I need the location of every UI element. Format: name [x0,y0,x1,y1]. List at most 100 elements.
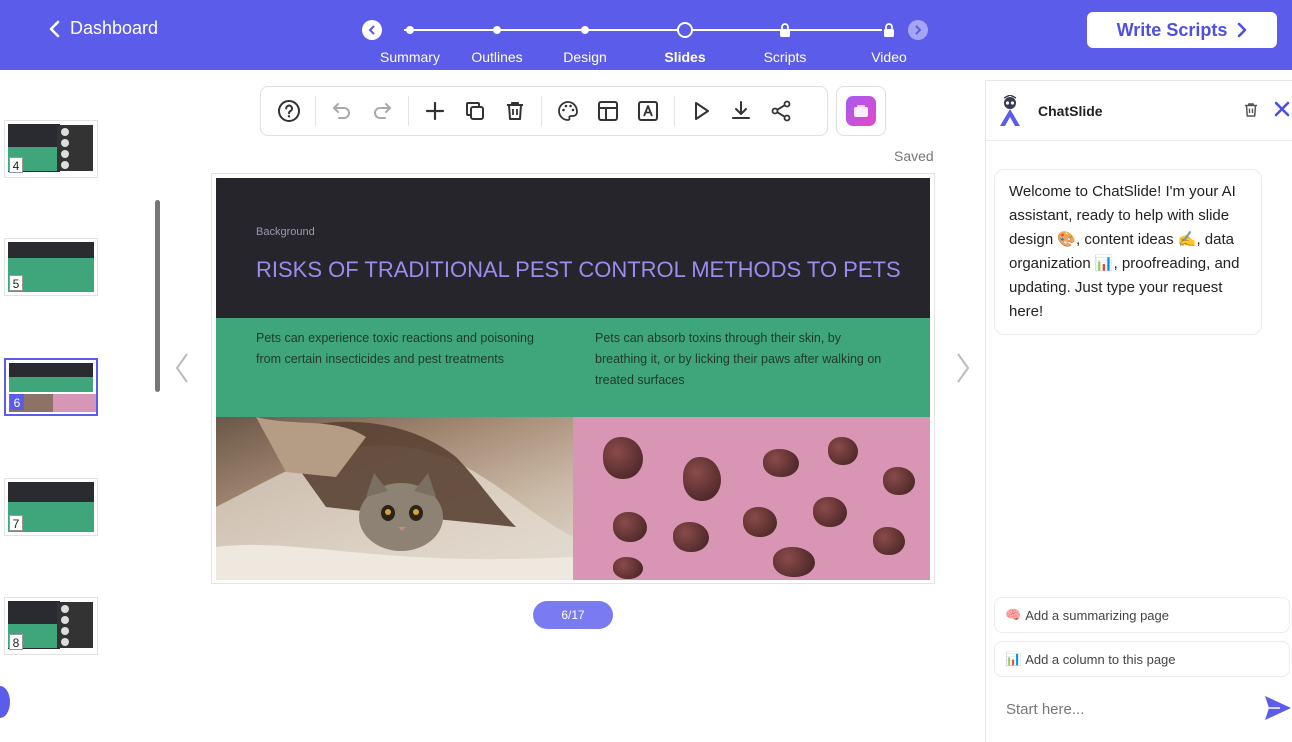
chevron-left-icon [49,20,60,37]
layout-button[interactable] [594,97,622,125]
slide-thumbnail-4[interactable]: 4 [4,120,98,178]
send-message-button[interactable] [1264,695,1292,726]
slide-thumbnail-5[interactable]: 5 [4,238,98,296]
suggestion-label: Add a summarizing page [1025,607,1169,623]
chat-input[interactable] [994,691,1254,727]
undo-icon [333,103,350,119]
suggestion-summarizing-page[interactable]: 🧠 Add a summarizing page [994,597,1290,633]
step-label: Design [563,49,607,65]
step-design[interactable]: Design [540,18,630,65]
toolbar-divider [315,96,316,126]
slide-image-beans[interactable] [573,417,930,580]
close-chat-button[interactable] [1274,101,1290,122]
step-label: Summary [380,49,440,65]
slide-image-cat[interactable] [216,417,573,580]
step-scripts[interactable]: Scripts [740,18,830,65]
chevron-right-icon [915,25,922,35]
slide-canvas[interactable]: Background RISKS OF TRADITIONAL PEST CON… [211,173,935,584]
slide-column-1[interactable]: Pets can experience toxic reactions and … [256,328,556,370]
chevron-left-icon [175,353,188,383]
chevron-right-icon [957,353,970,383]
chatslide-logo-icon [1000,95,1020,126]
download-button[interactable] [727,97,755,125]
bean-shape [763,449,799,477]
back-to-dashboard-button[interactable]: Dashboard [48,18,158,39]
slide-subtitle[interactable]: Background [256,226,315,238]
send-icon [1265,696,1291,720]
step-label: Slides [664,49,706,65]
bean-shape [873,527,905,555]
slide-thumbnail-6[interactable]: 6 [4,358,98,416]
delete-slide-button[interactable] [501,97,529,125]
slide-thumbnail-8[interactable]: 8 [4,597,98,655]
step-done-dot [581,26,589,34]
suggestion-label: Add a column to this page [1025,651,1176,667]
suggestion-add-column[interactable]: 📊 Add a column to this page [994,641,1290,677]
thumb-number: 7 [9,515,23,531]
palette-icon [558,101,578,121]
ai-assistant-button[interactable] [836,86,886,136]
undo-button[interactable] [328,97,356,125]
share-button[interactable] [767,97,795,125]
slide-thumbnail-7[interactable]: 7 [4,478,98,536]
top-bar: Dashboard Summary Outlines Design Slides… [0,0,1292,70]
redo-button[interactable] [368,97,396,125]
step-summary[interactable]: Summary [365,18,455,65]
chat-panel: ChatSlide Welcome to ChatSlide! I'm your… [985,80,1292,742]
bean-shape [683,457,721,501]
cat-under-blanket-image [216,417,573,580]
trash-icon [507,102,523,120]
redo-icon [374,103,391,119]
thumb-number: 6 [10,394,24,410]
editor-toolbar [260,86,828,136]
layout-icon [598,101,618,121]
bean-shape [603,437,643,479]
bean-shape [743,507,777,537]
step-label: Outlines [471,49,523,65]
thumb-green-block [9,377,93,392]
toolbar-divider [408,96,409,126]
bean-shape [813,497,847,527]
thumb-number: 8 [9,634,23,650]
lock-icon [884,23,894,37]
step-current-ring [677,22,693,38]
present-button[interactable] [687,97,715,125]
close-icon [1274,101,1290,117]
add-slide-button[interactable] [421,97,449,125]
chart-icon: 📊 [1005,651,1022,666]
step-outlines[interactable]: Outlines [452,18,542,65]
previous-slide-arrow[interactable] [174,352,190,389]
download-icon [732,101,750,119]
step-slides[interactable]: Slides [640,18,730,65]
help-icon [278,100,300,122]
slide-title[interactable]: RISKS OF TRADITIONAL PEST CONTROL METHOD… [256,258,906,282]
slide-column-2[interactable]: Pets can absorb toxins through their ski… [595,328,895,391]
assistant-welcome-message: Welcome to ChatSlide! I'm your AI assist… [994,169,1262,335]
lock-icon [780,23,790,37]
next-slide-arrow[interactable] [955,352,971,389]
help-widget-button[interactable] [0,686,10,718]
step-label: Scripts [763,49,807,65]
thumb-image-beans [53,394,96,412]
chat-title: ChatSlide [1038,103,1103,119]
toolbar-divider [541,96,542,126]
help-button[interactable] [275,97,303,125]
text-icon [638,101,658,121]
theme-palette-button[interactable] [554,97,582,125]
text-style-button[interactable] [634,97,662,125]
bean-shape [673,522,709,552]
trash-icon [1245,103,1257,117]
thumb-dark-block [8,242,94,258]
write-scripts-label: Write Scripts [1116,19,1228,40]
thumb-dark-block [9,363,93,377]
duplicate-slide-button[interactable] [461,97,489,125]
slide-6: Background RISKS OF TRADITIONAL PEST CON… [216,178,930,580]
save-status: Saved [894,148,934,164]
clear-chat-button[interactable] [1242,101,1260,124]
next-step-button[interactable] [908,20,928,40]
back-label: Dashboard [70,18,159,38]
add-icon [425,101,445,121]
progress-stepper: Summary Outlines Design Slides Scripts V… [362,18,930,68]
thumbnail-scrollbar[interactable] [155,200,160,392]
write-scripts-button[interactable]: Write Scripts [1087,12,1277,48]
